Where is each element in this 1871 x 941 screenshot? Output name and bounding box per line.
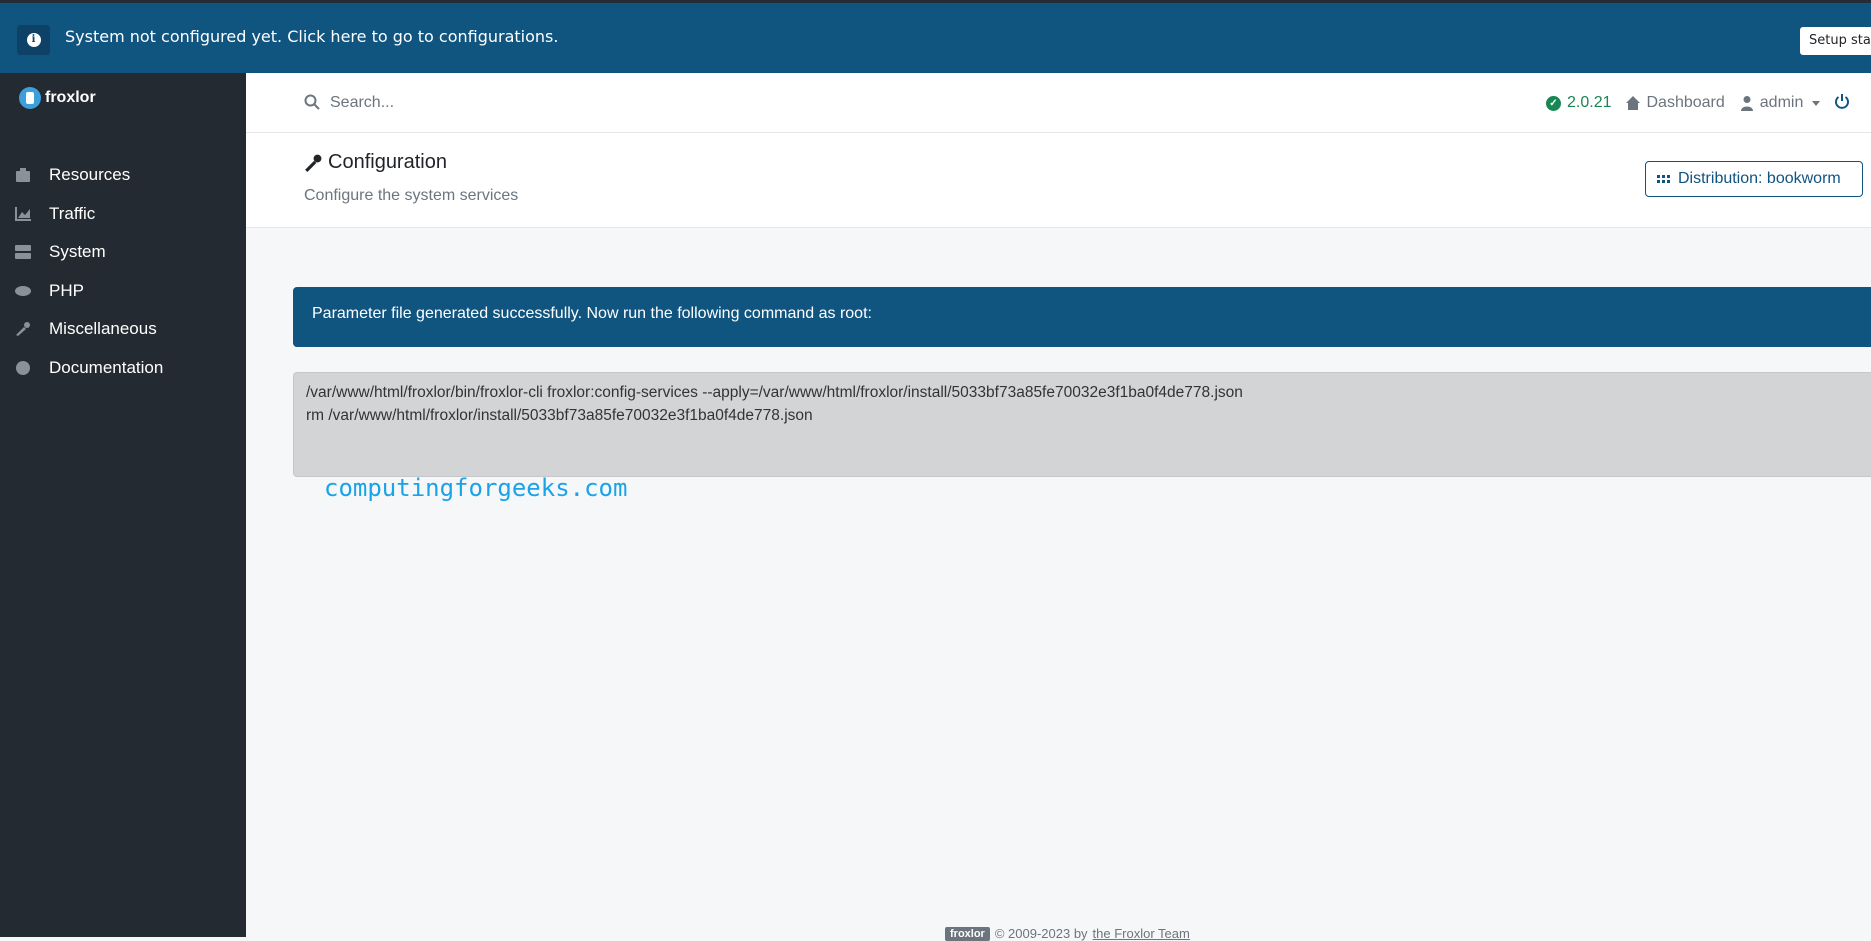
notice-bar[interactable]: i System not configured yet. Click here … (0, 0, 1871, 73)
sidebar-item-documentation[interactable]: Documentation (0, 349, 246, 388)
page-header: Configuration Configure the system servi… (246, 133, 1871, 228)
froxlor-logo[interactable]: froxlor (19, 87, 96, 109)
setup-button[interactable]: Setup started (1800, 27, 1871, 55)
command-textarea[interactable]: /var/www/html/froxlor/bin/froxlor-cli fr… (293, 372, 1871, 477)
page-title-text: Configuration (328, 151, 447, 173)
sidebar-item-php[interactable]: PHP (0, 272, 246, 311)
info-circle-icon (15, 360, 31, 375)
user-icon (1740, 96, 1753, 111)
sidebar-item-miscellaneous[interactable]: Miscellaneous (0, 310, 246, 349)
server-icon (15, 245, 31, 260)
sidebar-item-resources[interactable]: Resources (0, 156, 246, 195)
check-circle-icon: ✓ (1546, 95, 1561, 111)
home-icon (1626, 96, 1641, 110)
sidebar: froxlor Resources Traffic System PHP Mis… (0, 73, 246, 937)
sidebar-item-label: Traffic (49, 203, 96, 223)
chart-icon (15, 206, 31, 221)
search-icon (304, 94, 320, 110)
version-link[interactable]: ✓ 2.0.21 (1546, 94, 1611, 112)
page-title: Configuration (304, 151, 447, 174)
footer: froxlor © 2009-2023 by the Froxlor Team (945, 926, 1190, 941)
php-icon (15, 284, 31, 298)
distribution-label: Distribution: bookworm (1678, 170, 1841, 187)
top-header: ✓ 2.0.21 Dashboard admin (246, 73, 1871, 133)
user-menu[interactable]: admin (1739, 94, 1821, 112)
brand-name: froxlor (45, 89, 96, 106)
chevron-down-icon (1812, 100, 1821, 106)
logout-button[interactable] (1834, 93, 1850, 114)
power-icon (1835, 93, 1850, 109)
grid-icon (1657, 175, 1670, 183)
watermark: computingforgeeks.com (324, 474, 628, 502)
footer-copyright: © 2009-2023 by (994, 926, 1088, 941)
froxlor-logo-icon (19, 87, 41, 109)
dashboard-label: Dashboard (1646, 94, 1725, 111)
header-right: ✓ 2.0.21 Dashboard admin (1546, 73, 1850, 133)
search-input[interactable] (328, 89, 732, 117)
version-text: 2.0.21 (1567, 94, 1612, 111)
page-subtitle: Configure the system services (304, 187, 519, 204)
user-name: admin (1759, 94, 1804, 111)
sidebar-item-label: System (49, 242, 106, 262)
sidebar-nav: Resources Traffic System PHP Miscellaneo… (0, 156, 246, 387)
distribution-button[interactable]: Distribution: bookworm (1645, 161, 1863, 197)
box-icon (15, 168, 31, 183)
sidebar-item-system[interactable]: System (0, 233, 246, 272)
sidebar-item-label: Documentation (49, 357, 164, 377)
sidebar-item-label: PHP (49, 280, 84, 300)
wrench-icon (15, 322, 31, 337)
notice-message[interactable]: System not configured yet. Click here to… (65, 27, 558, 46)
wrench-icon (305, 154, 322, 172)
info-icon: i (17, 25, 50, 55)
footer-team-link[interactable]: the Froxlor Team (1093, 926, 1190, 941)
sidebar-item-traffic[interactable]: Traffic (0, 195, 246, 234)
sidebar-item-label: Resources (49, 165, 131, 185)
footer-logo: froxlor (945, 926, 990, 941)
sidebar-item-label: Miscellaneous (49, 319, 157, 339)
success-alert: Parameter file generated successfully. N… (293, 287, 1871, 347)
dashboard-link[interactable]: Dashboard (1625, 94, 1725, 112)
